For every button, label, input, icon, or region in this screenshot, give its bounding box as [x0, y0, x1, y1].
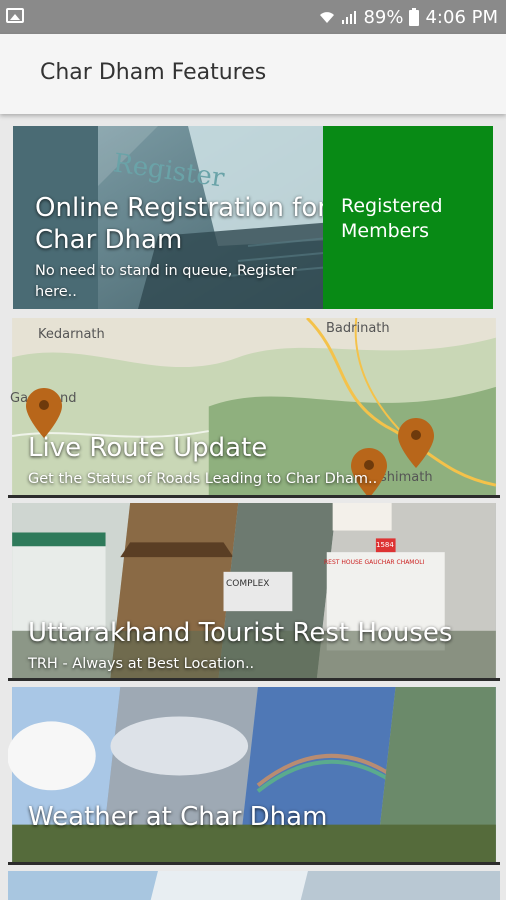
route-map-image [11, 318, 497, 495]
card-online-registration[interactable]: Register Online Registration for Char Dh… [13, 126, 493, 309]
map-label-shimath: shimath [380, 470, 433, 485]
map-label-badrinath: Badrinath [326, 321, 390, 336]
card-title: Online Registration for Char Dham [35, 192, 328, 256]
card-tourist-rest-houses[interactable]: COMPLEX REST HOUSE GAUCHAR CHAMOLI 1584 … [8, 503, 500, 681]
card-subtitle-line2: here.. [35, 284, 77, 300]
card-next-feature[interactable] [8, 871, 500, 900]
map-label-nd: nd [60, 391, 77, 406]
status-bar: 89% 4:06 PM [0, 0, 506, 34]
card-weather[interactable]: Weather at Char Dham [8, 687, 500, 865]
card-subtitle: Get the Status of Roads Leading to Char … [28, 471, 378, 487]
registered-members-line1: Registered [341, 195, 443, 217]
card-subtitle-line1: No need to stand in queue, Register [35, 263, 297, 279]
map-pin-icon [26, 388, 62, 438]
rest-houses-image [12, 503, 496, 678]
registered-members-label: Registered Members [341, 194, 443, 244]
card-title-line1: Online Registration for [35, 193, 328, 223]
card-title: Weather at Char Dham [28, 802, 328, 832]
map-label-kedarnath: Kedarnath [38, 327, 105, 342]
card-subtitle: No need to stand in queue, Register here… [35, 261, 297, 303]
page-title: Char Dham Features [40, 60, 267, 85]
card-subtitle: TRH - Always at Best Location.. [28, 656, 255, 672]
card-title: Uttarakhand Tourist Rest Houses [28, 618, 453, 648]
image-icon [6, 8, 24, 23]
sign-complex: COMPLEX [226, 579, 270, 589]
signal-icon [341, 9, 357, 25]
map-pin-icon [398, 418, 434, 468]
registered-members-line2: Members [341, 220, 430, 242]
wifi-icon [319, 9, 335, 25]
card-title-line2: Char Dham [35, 225, 183, 255]
battery-icon [409, 8, 420, 26]
status-right: 89% 4:06 PM [319, 6, 498, 28]
app-bar: Char Dham Features [0, 34, 506, 114]
battery-percent: 89% [363, 6, 404, 28]
card-live-route-update[interactable]: Kedarnath Badrinath Ga nd shimath Live R… [8, 318, 500, 498]
next-feature-image [8, 871, 500, 900]
registered-members-button[interactable]: Registered Members [323, 126, 493, 309]
weather-image [8, 687, 496, 862]
sign-rest-house: REST HOUSE GAUCHAR CHAMOLI [324, 559, 425, 566]
card-title: Live Route Update [28, 433, 268, 463]
clock-time: 4:06 PM [425, 6, 498, 28]
sign-number: 1584 [376, 541, 394, 549]
